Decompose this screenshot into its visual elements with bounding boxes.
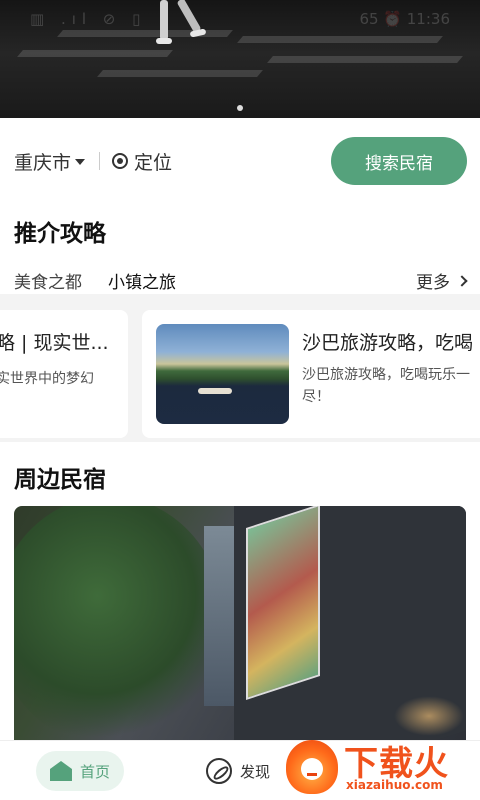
banner-page-indicator <box>0 96 480 115</box>
location-row: 重庆市 定位 <box>14 144 172 178</box>
nav-discover-label: 发现 <box>240 762 271 781</box>
hero-banner[interactable]: ▥ .ıl ⊘ ▯ 65 ⏰ 11:36 <box>0 0 480 118</box>
caret-down-icon <box>75 159 86 165</box>
guides-section-title: 推介攻略 <box>14 221 106 247</box>
more-label: 更多 <box>416 273 450 293</box>
nav-discover[interactable]: 发现 <box>206 751 270 791</box>
tab-town-trip[interactable]: 小镇之旅 <box>108 268 176 299</box>
flame-logo-icon <box>286 740 338 794</box>
locate-icon <box>112 153 129 169</box>
watermark-url: xiazaihuo.com <box>346 778 443 792</box>
chevron-right-icon <box>456 274 468 287</box>
guide-card[interactable]: 沙巴旅游攻略，吃喝 沙巴旅游攻略，吃喝玩乐一 尽！ <box>142 310 480 438</box>
city-label: 重庆市 <box>14 151 72 174</box>
guide-cards-carousel[interactable]: 略 | 现实世... 实世界中的梦幻 沙巴旅游攻略，吃喝 沙巴旅游攻略，吃喝玩乐… <box>0 294 480 442</box>
planet-icon <box>206 758 232 784</box>
nearby-section-title: 周边民宿 <box>14 467 106 493</box>
status-icons-left: ▥ .ıl ⊘ ▯ <box>30 10 147 28</box>
nav-home[interactable]: 首页 <box>36 751 124 791</box>
status-icons-right: 65 ⏰ 11:36 <box>359 10 450 28</box>
locate-button[interactable]: 定位 <box>112 148 172 175</box>
guide-card-title: 略 | 现实世... <box>0 332 109 354</box>
tab-town-trip-label: 小镇之旅 <box>108 273 176 293</box>
locate-label: 定位 <box>134 151 173 174</box>
guide-card[interactable]: 略 | 现实世... 实世界中的梦幻 <box>0 310 128 438</box>
main-content: 重庆市 定位 搜索民宿 推介攻略 美食之都 小镇之旅 更多 略 | 现实世...… <box>0 118 480 800</box>
status-bar: ▥ .ıl ⊘ ▯ 65 ⏰ 11:36 <box>0 0 480 36</box>
search-homestay-button[interactable]: 搜索民宿 <box>331 137 467 185</box>
billboard-image <box>246 506 320 700</box>
guide-card-title: 沙巴旅游攻略，吃喝 <box>302 332 474 354</box>
tab-food-capital[interactable]: 美食之都 <box>14 268 82 293</box>
guide-card-desc-2: 尽！ <box>302 389 330 405</box>
guide-card-desc: 实世界中的梦幻 <box>0 371 94 387</box>
divider <box>99 152 101 170</box>
home-icon <box>49 761 72 781</box>
nav-home-label: 首页 <box>79 762 110 781</box>
watermark-logo: 下载火 xiazaihuo.com <box>282 736 480 800</box>
page-dot <box>237 105 243 111</box>
more-link[interactable]: 更多 <box>416 268 468 293</box>
guide-card-desc: 沙巴旅游攻略，吃喝玩乐一 <box>302 367 470 383</box>
city-selector[interactable]: 重庆市 <box>14 148 86 175</box>
guide-card-image <box>156 324 289 424</box>
